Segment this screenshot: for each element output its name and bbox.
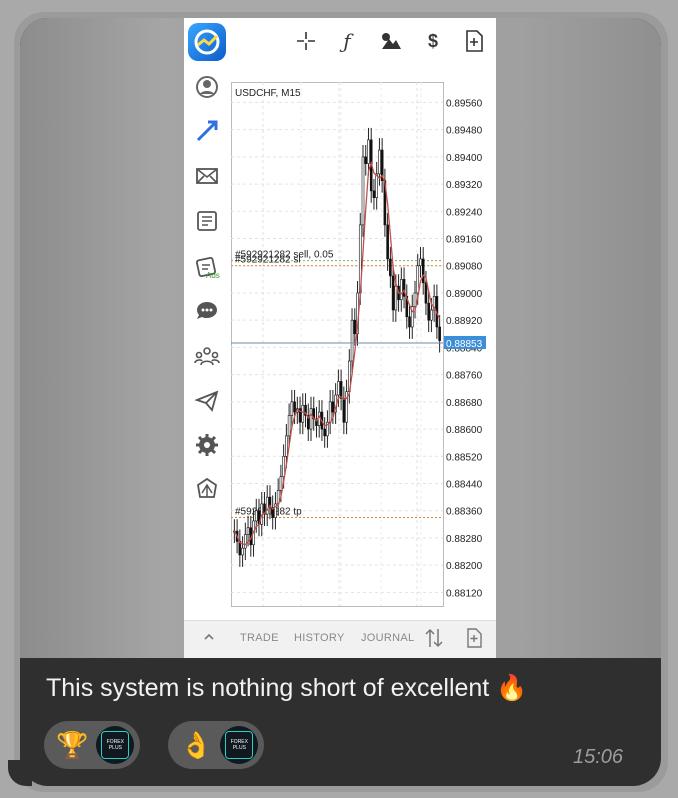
candle-body [386, 224, 389, 260]
candle-body [309, 408, 313, 430]
reactor-avatar: FOREX PLUS [220, 726, 259, 764]
bottom-tabs: TRADE HISTORY JOURNAL [184, 620, 496, 658]
candle-body [323, 428, 326, 437]
candle-body [367, 139, 370, 164]
tradays-icon[interactable]: Ads [194, 253, 220, 280]
candle-body [290, 401, 294, 416]
y-tick-label: 0.89160 [446, 235, 483, 246]
y-tick-label: 0.89240 [446, 207, 483, 218]
objects-icon[interactable] [379, 29, 403, 53]
candle-body [416, 265, 420, 294]
candle-body [350, 319, 354, 362]
y-tick-label: 0.89400 [446, 153, 483, 164]
ads-badge: Ads [206, 271, 220, 280]
candle-body [241, 547, 244, 556]
candle-body [331, 401, 335, 413]
y-tick-label: 0.89480 [446, 126, 483, 137]
candle-body [378, 149, 381, 175]
message-bubble[interactable]: ƒ $ Ads 0.89560 0.89480 0.89400 0.89320 0.89… [20, 18, 661, 786]
function-icon[interactable]: ƒ [335, 29, 359, 53]
chevron-up-icon[interactable] [202, 630, 216, 644]
y-tick-label: 0.88120 [446, 588, 483, 599]
telegram-icon[interactable] [194, 388, 220, 414]
y-tick-label: 0.88680 [446, 398, 483, 409]
trade-dollar-icon[interactable]: $ [421, 29, 445, 53]
y-tick-label: 0.88280 [446, 534, 483, 545]
attached-screenshot[interactable]: ƒ $ Ads 0.89560 0.89480 0.89400 0.89320 0.89… [20, 18, 661, 658]
y-tick-label: 0.88520 [446, 452, 483, 463]
candle-body [391, 275, 395, 311]
price-chart[interactable]: 0.89560 0.89480 0.89400 0.89320 0.89240 0.891… [231, 64, 493, 620]
candle-body [364, 156, 368, 164]
candle-body [287, 415, 291, 437]
candle-body [389, 258, 392, 277]
y-tick-label: 0.88920 [446, 316, 483, 327]
tab-journal[interactable]: JOURNAL [361, 632, 414, 644]
candle-body [246, 527, 250, 535]
mail-icon[interactable] [194, 163, 220, 189]
tab-history[interactable]: HISTORY [294, 632, 345, 644]
candle-body [361, 156, 365, 226]
candle-body [279, 476, 283, 491]
candle-body [339, 381, 343, 399]
y-tick-label: 0.88200 [446, 561, 483, 572]
chart-canvas[interactable]: 0.89560 0.89480 0.89400 0.89320 0.89240 0.891… [231, 64, 493, 620]
chart-title: USDCHF, M15 [235, 88, 301, 99]
candle-body [430, 309, 433, 321]
app-logo-icon [188, 23, 226, 61]
reaction-trophy[interactable]: 🏆 FOREX PLUS [44, 721, 141, 769]
community-icon[interactable] [194, 343, 220, 369]
y-tick-label: 0.89080 [446, 262, 483, 273]
candle-body [353, 319, 357, 335]
new-order-icon[interactable] [462, 29, 486, 53]
y-tick-label: 0.89320 [446, 180, 483, 191]
candle-body [244, 534, 247, 549]
candle-body [285, 435, 288, 457]
reactor-avatar: FOREX PLUS [96, 726, 135, 764]
phone-screenshot: ƒ $ Ads 0.89560 0.89480 0.89400 0.89320 0.89… [184, 18, 496, 658]
message-text: This system is nothing short of excellen… [46, 674, 528, 702]
chat-icon[interactable] [194, 298, 220, 324]
candle-body [394, 285, 398, 311]
candle-body [293, 401, 296, 413]
tab-trade[interactable]: TRADE [240, 632, 279, 644]
current-price-label: 0.88853 [446, 339, 483, 350]
candle-body [254, 510, 258, 522]
chart-trend-icon[interactable] [194, 118, 220, 144]
ok-hand-emoji: 👌 [180, 730, 213, 760]
reaction-ok-hand[interactable]: 👌 FOREX PLUS [168, 721, 265, 769]
y-tick-label: 0.88360 [446, 507, 483, 518]
message-timestamp: 15:06 [573, 746, 624, 768]
news-icon[interactable] [194, 208, 220, 234]
sort-arrows-icon[interactable] [424, 627, 444, 649]
crosshair-icon[interactable] [294, 29, 318, 53]
candle-body [427, 302, 430, 321]
candle-body [438, 326, 441, 341]
trophy-emoji: 🏆 [56, 730, 89, 760]
candle-body [301, 404, 305, 423]
new-order-bottom-icon[interactable] [466, 628, 484, 650]
candle-body [408, 316, 411, 328]
candle-body [421, 258, 425, 284]
candle-body [328, 401, 332, 423]
settings-icon[interactable] [194, 432, 220, 458]
y-tick-label: 0.88760 [446, 371, 483, 382]
candle-body [372, 190, 376, 198]
candle-body [337, 381, 340, 396]
y-tick-label: 0.89560 [446, 98, 483, 109]
candle-body [375, 173, 378, 198]
y-tick-label: 0.88600 [446, 425, 483, 436]
account-icon[interactable] [194, 74, 220, 100]
avatar-logo: FOREX PLUS [101, 731, 130, 759]
candle-body [400, 279, 403, 301]
candle-body [424, 282, 428, 304]
candle-body [419, 258, 422, 267]
avatar-logo: FOREX PLUS [225, 731, 254, 759]
y-tick-label: 0.88440 [446, 480, 483, 491]
trade-level-label: #592921282 sl [235, 255, 301, 266]
candle-body [342, 398, 346, 423]
app-toolbar: ƒ $ [184, 18, 496, 64]
mql5-icon[interactable] [194, 476, 220, 502]
y-tick-label: 0.89000 [446, 289, 483, 300]
